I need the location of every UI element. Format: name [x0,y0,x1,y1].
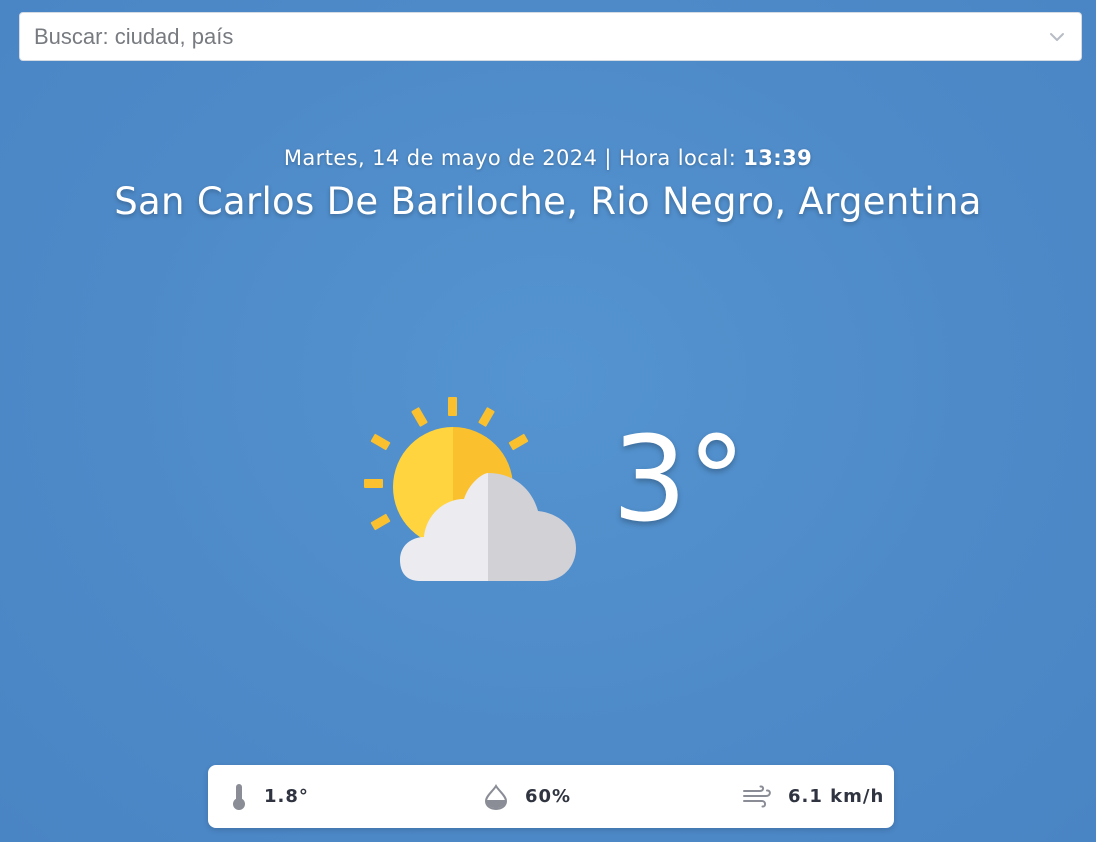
stat-humidity-value: 60% [525,786,572,807]
search-input[interactable] [20,13,1020,60]
partly-cloudy-icon [360,395,580,585]
humidity-drop-icon [483,783,509,810]
stat-temperature-value: 1.8° [264,786,309,807]
date-time-line: Martes, 14 de mayo de 2024 | Hora local:… [0,146,1096,170]
thermometer-icon [230,783,248,811]
stat-wind-value: 6.1 km/h [788,786,885,807]
chevron-down-icon[interactable] [1047,28,1067,46]
search-bar[interactable] [19,12,1082,61]
date-text: Martes, 14 de mayo de 2024 | Hora local: [283,146,744,170]
stat-feels-temperature: 1.8° [230,765,309,828]
local-time: 13:39 [743,146,813,170]
wind-icon [742,784,772,809]
stat-wind: 6.1 km/h [742,765,884,828]
current-temperature: 3° [612,410,747,548]
location-title: San Carlos De Bariloche, Rio Negro, Arge… [114,180,982,223]
stats-card: 1.8° 60% 6.1 km/h [208,765,894,828]
stat-humidity: 60% [483,765,571,828]
